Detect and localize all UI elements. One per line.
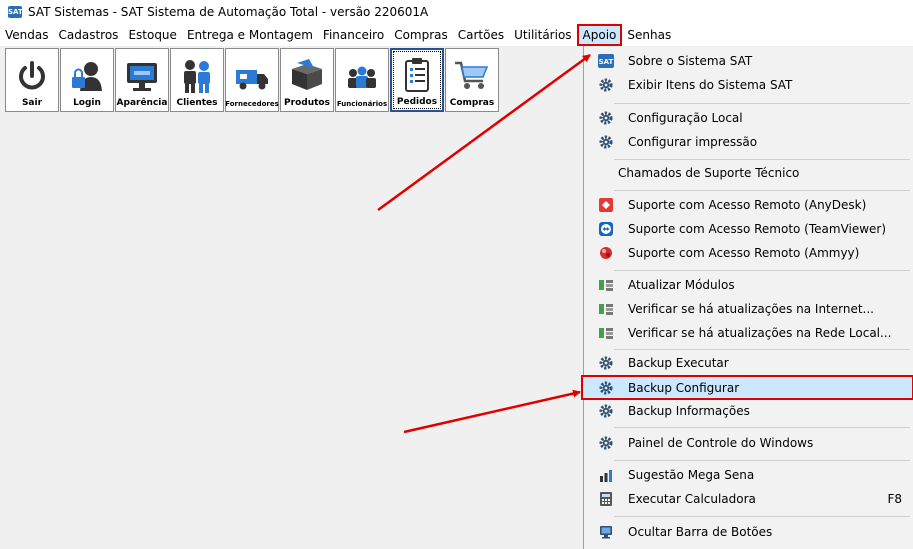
menu-separator xyxy=(614,427,910,428)
clientes-button[interactable]: Clientes xyxy=(170,48,224,112)
update-icon xyxy=(596,325,616,341)
toolbar: Sair Login Aparência Clientes Fornecedor… xyxy=(0,46,590,114)
power-icon xyxy=(12,57,52,95)
box-icon xyxy=(287,57,327,95)
clipboard-icon xyxy=(397,56,437,94)
gear-icon xyxy=(596,380,616,396)
menu-separator xyxy=(614,516,910,517)
menu-item-backup-configurar[interactable]: Backup Configurar xyxy=(581,375,913,400)
update-icon xyxy=(596,301,616,317)
team-icon xyxy=(342,59,382,97)
menu-apoio[interactable]: Apoio xyxy=(576,24,623,46)
menu-item-mega-sena[interactable]: Sugestão Mega Sena xyxy=(588,464,913,486)
menu-item-anydesk[interactable]: Suporte com Acesso Remoto (AnyDesk) xyxy=(588,194,913,216)
menu-item-atualizar-modulos[interactable]: Atualizar Módulos xyxy=(588,274,913,296)
calculator-icon xyxy=(596,491,616,507)
produtos-label: Produtos xyxy=(284,98,330,108)
clientes-label: Clientes xyxy=(176,98,218,108)
app-logo-icon: SAT xyxy=(8,6,23,18)
menu-senhas[interactable]: Senhas xyxy=(622,25,676,45)
menu-separator xyxy=(614,190,910,191)
menu-bar: Vendas Cadastros Estoque Entrega e Monta… xyxy=(0,24,913,46)
compras-button[interactable]: Compras xyxy=(445,48,499,112)
title-bar: SAT SAT Sistemas - SAT Sistema de Automa… xyxy=(0,0,913,24)
teamviewer-icon xyxy=(596,221,616,237)
ammyy-icon xyxy=(596,245,616,261)
gear-icon xyxy=(596,435,616,451)
menu-item-backup-executar[interactable]: Backup Executar xyxy=(588,352,913,374)
fornecedores-button[interactable]: Fornecedores xyxy=(225,48,279,112)
menu-item-ocultar-barra[interactable]: Ocultar Barra de Botões xyxy=(588,521,913,543)
menu-separator xyxy=(614,460,910,461)
sair-button[interactable]: Sair xyxy=(5,48,59,112)
funcionarios-label: Funcionários xyxy=(336,100,388,108)
svg-text:SAT: SAT xyxy=(599,58,614,66)
menu-separator xyxy=(614,270,910,271)
gear-icon xyxy=(596,77,616,93)
sat-logo-icon: SAT xyxy=(596,53,616,69)
menu-separator xyxy=(614,349,910,350)
gear-icon xyxy=(596,403,616,419)
aparencia-label: Aparência xyxy=(116,98,168,108)
pedidos-label: Pedidos xyxy=(396,97,438,107)
window-title: SAT Sistemas - SAT Sistema de Automação … xyxy=(28,5,429,19)
menu-utilitarios[interactable]: Utilitários xyxy=(509,25,576,45)
menu-financeiro[interactable]: Financeiro xyxy=(318,25,389,45)
cart-icon xyxy=(452,57,492,95)
annotation-arrow-backup-configurar xyxy=(403,389,581,434)
monitor-icon xyxy=(122,57,162,95)
menu-item-exibir-itens[interactable]: Exibir Itens do Sistema SAT xyxy=(588,74,913,96)
menu-cadastros[interactable]: Cadastros xyxy=(54,25,124,45)
menu-item-verificar-internet[interactable]: Verificar se há atualizações na Internet… xyxy=(588,298,913,320)
menu-item-ammyy[interactable]: Suporte com Acesso Remoto (Ammyy) xyxy=(588,242,913,264)
fornecedores-label: Fornecedores xyxy=(225,100,279,108)
login-button[interactable]: Login xyxy=(60,48,114,112)
chart-icon xyxy=(596,467,616,483)
menu-compras[interactable]: Compras xyxy=(389,25,453,45)
compras-label: Compras xyxy=(449,98,495,108)
shortcut-f8: F8 xyxy=(887,492,902,506)
aparencia-button[interactable]: Aparência xyxy=(115,48,169,112)
update-icon xyxy=(596,277,616,293)
menu-separator xyxy=(614,159,910,160)
menu-entrega-montagem[interactable]: Entrega e Montagem xyxy=(182,25,318,45)
user-lock-icon xyxy=(67,57,107,95)
monitor-small-icon xyxy=(596,524,616,540)
produtos-button[interactable]: Produtos xyxy=(280,48,334,112)
funcionarios-button[interactable]: Funcionários xyxy=(335,48,389,112)
menu-item-backup-informacoes[interactable]: Backup Informações xyxy=(588,400,913,422)
gear-icon xyxy=(596,110,616,126)
gear-icon xyxy=(596,134,616,150)
menu-item-teamviewer[interactable]: Suporte com Acesso Remoto (TeamViewer) xyxy=(588,218,913,240)
menu-separator xyxy=(614,103,910,104)
menu-item-painel-controle[interactable]: Painel de Controle do Windows xyxy=(588,432,913,454)
login-label: Login xyxy=(73,98,101,108)
pedidos-button[interactable]: Pedidos xyxy=(390,48,444,112)
people-icon xyxy=(177,57,217,95)
anydesk-icon xyxy=(596,197,616,213)
menu-item-configurar-impressao[interactable]: Configurar impressão xyxy=(588,131,913,153)
menu-item-calculadora[interactable]: Executar Calculadora F8 xyxy=(588,488,913,510)
menu-estoque[interactable]: Estoque xyxy=(123,25,182,45)
menu-item-verificar-rede-local[interactable]: Verificar se há atualizações na Rede Loc… xyxy=(588,322,913,344)
gear-icon xyxy=(596,355,616,371)
apoio-dropdown-menu: SAT Sobre o Sistema SAT Exibir Itens do … xyxy=(581,46,913,549)
menu-item-configuracao-local[interactable]: Configuração Local xyxy=(588,107,913,129)
truck-icon xyxy=(232,59,272,97)
sair-label: Sair xyxy=(21,98,43,108)
menu-item-sobre[interactable]: SAT Sobre o Sistema SAT xyxy=(588,50,913,72)
menu-header-chamados: Chamados de Suporte Técnico xyxy=(618,166,800,180)
menu-vendas[interactable]: Vendas xyxy=(0,25,54,45)
menu-cartoes[interactable]: Cartões xyxy=(453,25,509,45)
